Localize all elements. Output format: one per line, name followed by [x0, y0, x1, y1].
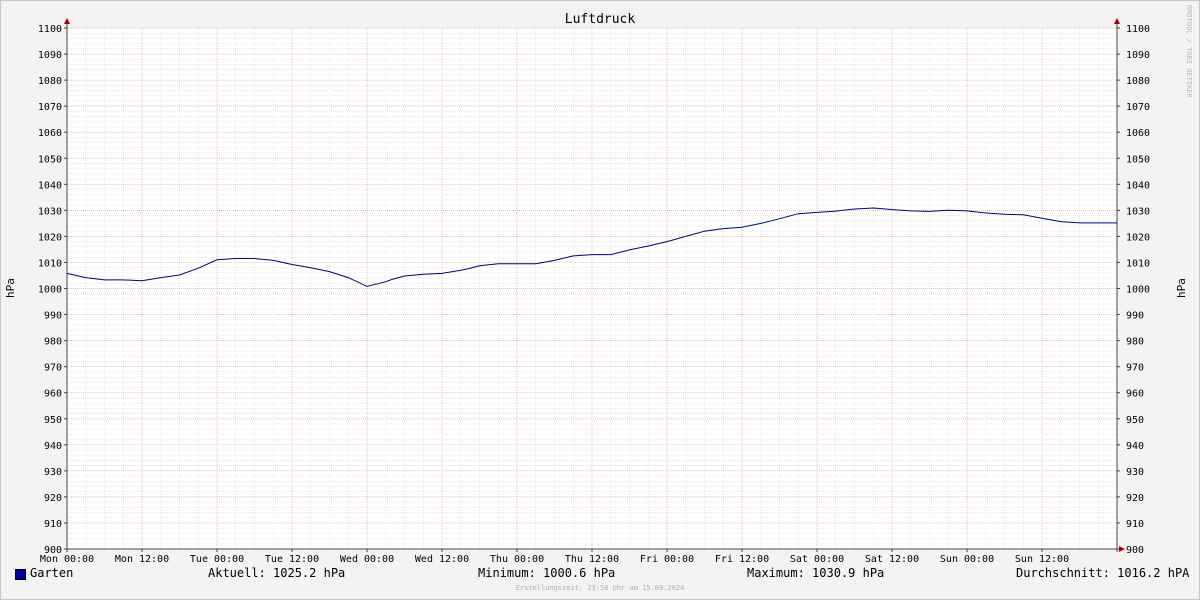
y-tick-label-right: 1030 [1126, 206, 1150, 217]
y-axis-arrow-left [64, 18, 70, 24]
y-tick-label-left: 980 [44, 337, 62, 348]
y-tick-label-left: 1070 [38, 102, 62, 113]
footer-timestamp: Erstellungszeit: 23:58 Uhr am 15.09.2024 [515, 584, 685, 592]
legend-series-label: Garten [30, 566, 74, 580]
y-tick-label-right: 1010 [1126, 258, 1150, 269]
y-tick-label-left: 1100 [38, 24, 62, 35]
x-tick-label: Thu 00:00 [490, 554, 544, 565]
x-tick-label: Mon 12:00 [115, 554, 169, 565]
y-tick-label-left: 1080 [38, 76, 62, 87]
chart: 900 910 920 930 940 950 960 970 980 990 1000 1010 10… [4, 5, 1193, 565]
x-tick-labels: Mon 00:00 Mon 12:00 Tue 00:00 Tue 12:00 Wed … [40, 554, 1069, 565]
y-tick-label-left: 970 [44, 363, 62, 374]
legend: Garten Aktuell: 1025.2 hPa Minimum: 1000… [0, 566, 1200, 584]
y-tick-label-left: 920 [44, 493, 62, 504]
y-tick-label-left: 1060 [38, 128, 62, 139]
legend-swatch-garten [15, 569, 26, 580]
legend-maximum: Maximum: 1030.9 hPa [747, 566, 885, 580]
x-tick-label: Tue 00:00 [190, 554, 244, 565]
y-tick-label-left: 950 [44, 415, 62, 426]
x-tick-label: Fri 12:00 [715, 554, 769, 565]
y-tick-label-left: 1050 [38, 154, 62, 165]
y-tick-label-left: 1000 [38, 285, 62, 296]
y-tick-label-right: 1050 [1126, 154, 1150, 165]
y-tick-labels-right: 900 910 920 930 940 950 960 970 980 990 1000 1010 10… [1126, 24, 1150, 556]
y-tick-label-right: 950 [1126, 415, 1144, 426]
legend-durchschnitt: Durchschnitt: 1016.2 hPA [1016, 566, 1190, 580]
y-tick-label-right: 1090 [1126, 50, 1150, 61]
x-tick-label: Wed 12:00 [415, 554, 469, 565]
y-tick-label-right: 900 [1126, 545, 1144, 556]
y-tick-label-left: 910 [44, 519, 62, 530]
x-tick-label: Wed 00:00 [340, 554, 394, 565]
x-tick-label: Fri 00:00 [640, 554, 694, 565]
y-tick-label-right: 1000 [1126, 285, 1150, 296]
y-tick-label-right: 1040 [1126, 180, 1150, 191]
y-axis-label-left: hPa [4, 278, 17, 298]
y-tick-label-left: 990 [44, 311, 62, 322]
y-tick-labels-left: 9009109209309409509609709809901000101010… [38, 24, 62, 556]
y-tick-label-left: 940 [44, 441, 62, 452]
y-tick-label-right: 920 [1126, 493, 1144, 504]
y-tick-label-right: 990 [1126, 311, 1144, 322]
y-tick-label-right: 970 [1126, 363, 1144, 374]
x-tick-label: Thu 12:00 [565, 554, 619, 565]
y-tick-label-right: 1060 [1126, 128, 1150, 139]
x-tick-label: Sat 12:00 [865, 554, 919, 565]
y-tick-label-left: 1040 [38, 180, 62, 191]
y-tick-label-left: 1020 [38, 232, 62, 243]
x-tick-label: Sat 00:00 [790, 554, 844, 565]
watermark: RRDTOOL / TOBI OETIKER [1185, 5, 1193, 99]
y-tick-label-right: 1100 [1126, 24, 1150, 35]
y-tick-label-left: 960 [44, 389, 62, 400]
y-tick-label-right: 940 [1126, 441, 1144, 452]
x-tick-label: Sun 12:00 [1015, 554, 1069, 565]
y-tick-label-left: 930 [44, 467, 62, 478]
x-tick-label: Tue 12:00 [265, 554, 319, 565]
x-tick-label: Sun 00:00 [940, 554, 994, 565]
y-axis-arrow-right [1114, 18, 1120, 24]
y-tick-label-right: 1070 [1126, 102, 1150, 113]
legend-minimum: Minimum: 1000.6 hPa [478, 566, 616, 580]
y-tick-label-left: 1010 [38, 258, 62, 269]
y-tick-label-right: 1020 [1126, 232, 1150, 243]
chart-title: Luftdruck [565, 12, 636, 27]
x-tick-label: Mon 00:00 [40, 554, 94, 565]
y-tick-label-right: 930 [1126, 467, 1144, 478]
y-tick-label-left: 1030 [38, 206, 62, 217]
y-tick-label-right: 960 [1126, 389, 1144, 400]
y-tick-label-right: 1080 [1126, 76, 1150, 87]
legend-aktuell: Aktuell: 1025.2 hPa [208, 566, 346, 580]
y-tick-label-right: 980 [1126, 337, 1144, 348]
y-tick-label-right: 910 [1126, 519, 1144, 530]
y-axis-label-right: hPa [1175, 278, 1188, 298]
y-tick-label-left: 1090 [38, 50, 62, 61]
